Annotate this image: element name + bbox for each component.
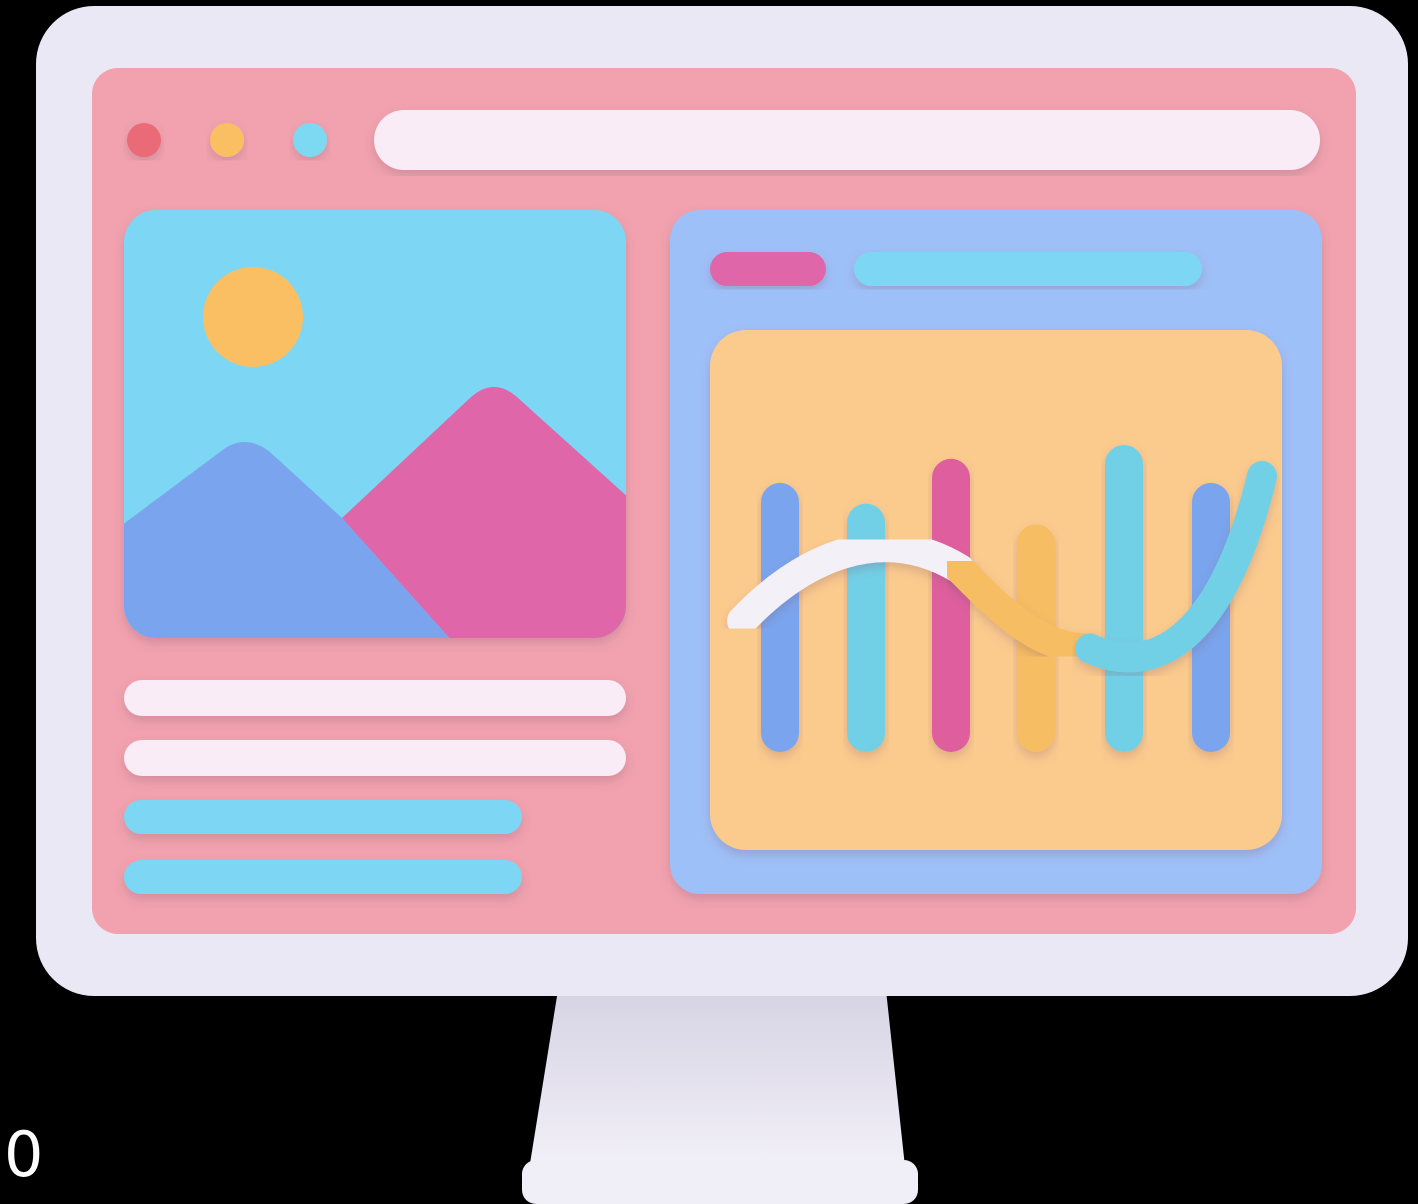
- chart-bar: [1105, 444, 1143, 752]
- card-heading-line: [854, 252, 1202, 286]
- monitor-stand: [522, 990, 918, 1204]
- card-tag: [710, 252, 826, 286]
- bar-line-chart-icon: [710, 330, 1282, 850]
- maximize-dot-icon[interactable]: [293, 123, 327, 157]
- landscape-image-icon: [124, 210, 626, 638]
- sun-icon: [203, 267, 303, 367]
- text-line: [124, 800, 522, 834]
- text-line: [124, 860, 522, 894]
- corner-label: 0: [4, 1118, 43, 1191]
- close-dot-icon[interactable]: [127, 123, 161, 157]
- monitor-illustration: 0: [4, 6, 1408, 1204]
- chart-bar: [932, 458, 970, 752]
- text-line: [124, 680, 626, 716]
- minimize-dot-icon[interactable]: [210, 123, 244, 157]
- address-bar[interactable]: [374, 110, 1320, 170]
- text-line: [124, 740, 626, 776]
